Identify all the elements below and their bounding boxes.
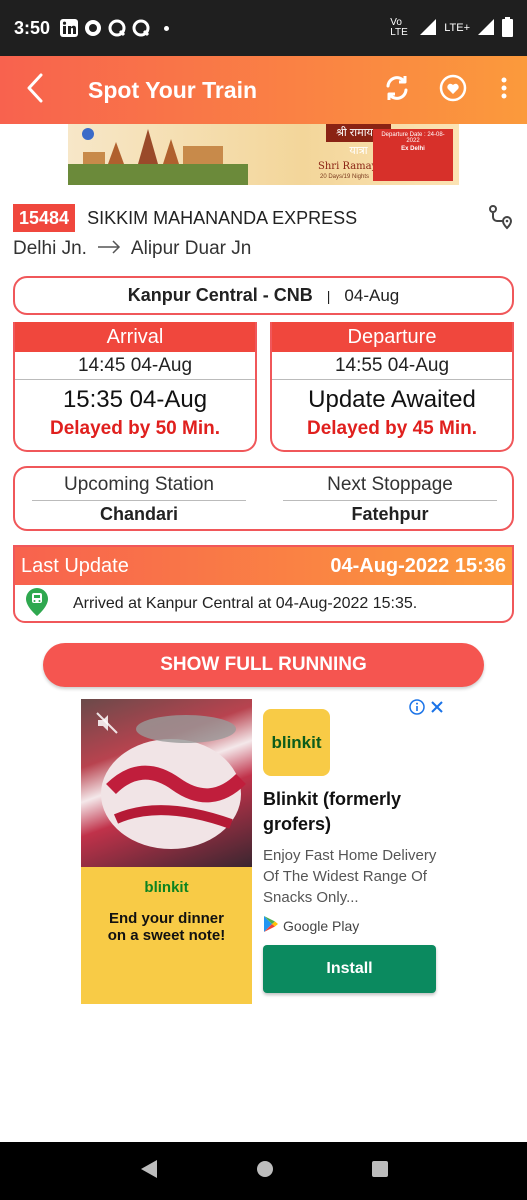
next-stations-box: Upcoming Station Chandari Next Stoppage … (13, 466, 514, 531)
departure-card: Departure 14:55 04-Aug Update Awaited De… (270, 322, 514, 452)
google-play-icon (263, 915, 279, 936)
system-nav-bar (0, 1142, 527, 1200)
station-name: Kanpur Central - CNB (127, 285, 313, 305)
banner-departure: Departure Date : 24-08-2022 (381, 132, 445, 144)
favorite-button[interactable] (425, 56, 481, 124)
banner-departure-badge: Departure Date : 24-08-2022 Ex Delhi (373, 129, 453, 181)
signal-icon (478, 18, 494, 38)
last-update-datetime: 04-Aug-2022 15:36 (330, 554, 506, 577)
status-right: Vo LTE LTE+ (390, 16, 513, 40)
more-notifications-dot (164, 25, 170, 31)
route-destination: Alipur Duar Jn (130, 238, 252, 259)
ad-store: Google Play (263, 915, 359, 936)
station-date: 04-Aug (344, 285, 400, 305)
ad-brand-logo-text: blinkit (144, 879, 189, 896)
last-update-label: Last Update (21, 554, 129, 577)
page-title: Spot Your Train (88, 76, 258, 103)
signal-icon (420, 18, 437, 38)
status-bar: 3:50 Vo LTE LTE+ (0, 0, 527, 56)
temple-illustration (68, 128, 248, 185)
app-bar: Spot Your Train (0, 56, 527, 124)
arrival-card: Arrival 14:45 04-Aug 15:35 04-Aug Delaye… (13, 322, 257, 452)
nav-back-button[interactable] (139, 1159, 159, 1184)
refresh-button[interactable] (369, 56, 425, 124)
linkedin-icon (60, 19, 79, 37)
route-origin: Delhi Jn. (13, 238, 87, 259)
ad-dessert-image (81, 699, 252, 867)
last-update-message: Arrived at Kanpur Central at 04-Aug-2022… (73, 595, 418, 612)
heart-icon (439, 74, 467, 107)
ad-description: Enjoy Fast Home Delivery Of The Widest R… (263, 847, 437, 906)
upcoming-station-label: Upcoming Station (32, 474, 246, 501)
nav-recents-icon (371, 1160, 388, 1177)
train-header: 15484 SIKKIM MAHANANDA EXPRESS (13, 204, 513, 232)
volte-indicator: Vo LTE (390, 17, 408, 38)
station-separator: | (326, 287, 331, 304)
upcoming-station: Upcoming Station Chandari (32, 474, 246, 525)
banner-duration: 20 Days/19 Nights (320, 174, 370, 180)
ad-app-icon-text: blinkit (271, 732, 322, 752)
back-arrow-icon (25, 73, 45, 108)
current-station-box[interactable]: Kanpur Central - CNB | 04-Aug (13, 276, 514, 315)
lte-plus-indicator: LTE+ (444, 22, 470, 34)
arrival-actual: 15:35 04-Aug (62, 386, 208, 413)
route-map-icon (489, 205, 513, 230)
ad-choices[interactable] (409, 699, 445, 720)
promo-banner[interactable]: श्री रामायण यात्रा Shri Ramayana Yatra 2… (68, 124, 459, 185)
q-app-icon (108, 19, 126, 37)
app-notification-icon (84, 19, 102, 37)
arrival-scheduled: 14:45 04-Aug (15, 352, 255, 380)
more-options-button[interactable] (481, 56, 527, 124)
ad-tagline: End your dinner on a sweet note! (107, 910, 226, 944)
nav-home-button[interactable] (256, 1160, 274, 1183)
nav-recents-button[interactable] (371, 1160, 389, 1183)
route-map-button[interactable] (487, 204, 513, 235)
install-button[interactable]: Install (263, 945, 436, 993)
ad-yellow-panel: blinkit End your dinner on a sweet note! (81, 867, 252, 1004)
ad-title: Blinkit (formerly grofers) (263, 789, 402, 834)
q-app-icon (132, 19, 150, 37)
dessert-illustration (101, 715, 246, 849)
show-full-running-button[interactable]: SHOW FULL RUNNING (43, 643, 484, 687)
departure-label: Departure (272, 322, 512, 352)
departure-scheduled: 14:55 04-Aug (272, 352, 512, 380)
nav-back-icon (140, 1159, 157, 1178)
close-icon[interactable] (429, 699, 445, 720)
ad-unit[interactable]: blinkit End your dinner on a sweet note!… (81, 699, 447, 1004)
upcoming-station-value: Chandari (99, 504, 178, 524)
next-stoppage-label: Next Stoppage (283, 474, 497, 501)
last-update-header: Last Update 04-Aug-2022 15:36 (15, 547, 512, 585)
ad-app-icon: blinkit (263, 709, 330, 776)
departure-delay: Delayed by 45 Min. (306, 418, 477, 439)
next-stoppage: Next Stoppage Fatehpur (283, 474, 497, 525)
refresh-icon (383, 74, 411, 107)
arrival-delay: Delayed by 50 Min. (49, 418, 220, 439)
status-time: 3:50 (14, 17, 51, 38)
departure-actual: Update Awaited (308, 386, 476, 413)
last-update-body: Arrived at Kanpur Central at 04-Aug-2022… (15, 585, 512, 622)
last-update-box: Last Update 04-Aug-2022 15:36 Arrived at… (13, 545, 514, 623)
ad-store-label: Google Play (283, 917, 360, 934)
train-pin-icon (25, 587, 49, 622)
nav-home-icon (256, 1160, 273, 1177)
banner-origin: Ex Delhi (401, 146, 425, 152)
next-stoppage-value: Fatehpur (351, 504, 429, 524)
arrow-right-icon (97, 238, 121, 260)
train-name: SIKKIM MAHANANDA EXPRESS (87, 207, 358, 228)
info-icon[interactable] (409, 699, 425, 720)
train-number: 15484 (13, 204, 76, 232)
kebab-menu-icon (501, 77, 507, 104)
battery-icon (502, 16, 513, 40)
back-button[interactable] (0, 56, 70, 124)
arrival-label: Arrival (15, 322, 255, 352)
train-route: Delhi Jn. Alipur Duar Jn (13, 238, 251, 260)
